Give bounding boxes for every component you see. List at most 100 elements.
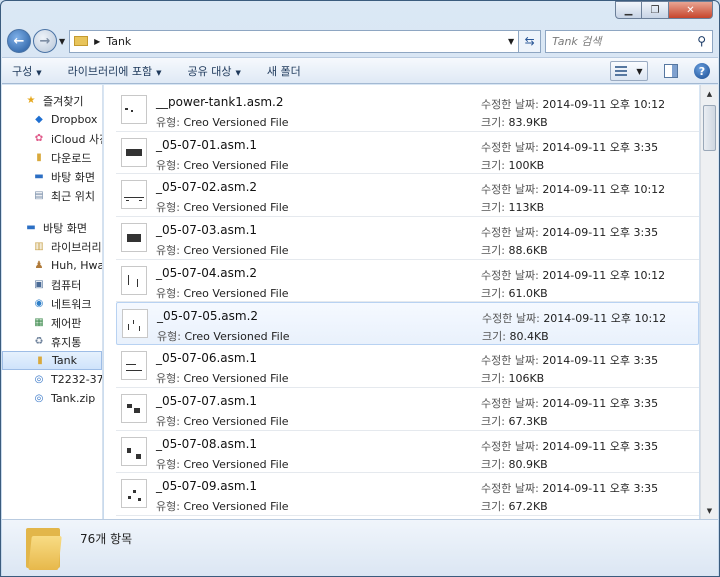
icloud-photos-icon: ✿ [34,133,44,144]
organize-menu[interactable]: 구성 ▼ [12,63,42,79]
type-label: 유형: [156,286,180,300]
file-name[interactable]: __power-tank1.asm.2 [156,95,283,109]
search-icon[interactable]: ⚲ [697,34,706,48]
nav-item-tank-zip[interactable]: ◎ Tank.zip [2,389,102,408]
type-value: Creo Versioned File [183,116,289,129]
view-options-button[interactable]: ▼ [610,61,648,81]
star-icon: ★ [26,95,36,106]
modified-label: 수정한 날짜: [481,226,539,240]
size-label: 크기: [481,244,505,258]
breadcrumb-chevron-icon[interactable]: ▶ [94,37,100,46]
type-label: 유형: [156,244,180,258]
nav-label: 바탕 화면 [51,170,95,184]
nav-item-recycle-bin[interactable]: ♻ 휴지통 [2,332,102,351]
scroll-down-icon[interactable]: ▼ [701,502,718,519]
explorer-window: ▁ ❐ ✕ ← → ▼ ▶ Tank ▼ ⇆ Tank 검색 ⚲ 구성 ▼ 라이브… [0,0,720,577]
address-dropdown-icon[interactable]: ▼ [508,37,514,46]
file-name[interactable]: _05-07-03.asm.1 [156,223,257,237]
nav-item-control-panel[interactable]: ▦ 제어판 [2,313,102,332]
modified-label: 수정한 날짜: [481,140,539,154]
new-folder-label: 새 폴더 [266,64,301,78]
file-row[interactable]: _05-07-03.asm.1 유형: Creo Versioned File 수정… [116,217,699,260]
nav-item-desktop-fav[interactable]: ▬ 바탕 화면 [2,167,102,186]
history-dropdown-icon[interactable]: ▼ [59,37,65,46]
nav-favorites[interactable]: ★ 즐겨찾기 [2,91,102,110]
network-icon: ◉ [34,298,44,309]
refresh-button[interactable]: ⇆ [519,29,542,53]
nav-item-tank[interactable]: ▮ Tank [2,351,102,370]
file-row[interactable]: _05-07-05.asm.2 유형: Creo Versioned File 수정… [116,302,699,346]
back-button[interactable]: ← [7,29,31,53]
file-name[interactable]: _05-07-08.asm.1 [156,437,257,451]
recent-places-icon: ▤ [34,190,44,201]
file-row[interactable]: __power-tank1.asm.2 유형: Creo Versioned Fi… [116,89,699,132]
maximize-button[interactable]: ❐ [642,1,669,19]
file-row[interactable]: _05-07-07.asm.1 유형: Creo Versioned File 수정… [116,388,699,431]
nav-desktop[interactable]: ▬ 바탕 화면 [2,218,102,237]
scroll-up-icon[interactable]: ▲ [701,85,718,102]
file-row[interactable]: _05-07-01.asm.1 유형: Creo Versioned File 수정… [116,132,699,175]
nav-item-network[interactable]: ◉ 네트워크 [2,294,102,313]
size-label: 크기: [481,372,505,386]
file-row[interactable]: _05-07-04.asm.2 유형: Creo Versioned File 수정… [116,260,699,303]
nav-label: 즐겨찾기 [43,94,84,108]
file-row[interactable]: _05-07-06.asm.1 유형: Creo Versioned File 수정… [116,345,699,388]
details-pane: 76개 항목 [2,519,718,576]
large-folder-icon [26,526,62,570]
file-name[interactable]: _05-07-02.asm.2 [156,180,257,194]
file-modified: 수정한 날짜: 2014-09-11 오후 10:12 [481,96,665,112]
type-value: Creo Versioned File [183,201,289,215]
model-thumbnail-icon [121,180,147,210]
modified-label: 수정한 날짜: [481,482,539,496]
nav-item-downloads[interactable]: ▮ 다운로드 [2,148,102,167]
caret-down-icon[interactable]: ▼ [636,67,642,76]
nav-item-user[interactable]: ♟ Huh, Hwan [2,256,102,275]
nav-item-dropbox[interactable]: ◆ Dropbox [2,110,102,129]
file-type: 유형: Creo Versioned File [156,413,289,429]
file-name[interactable]: _05-07-06.asm.1 [156,351,257,365]
nav-item-recent[interactable]: ▤ 최근 위치 [2,186,102,205]
file-name[interactable]: _05-07-07.asm.1 [156,394,257,408]
file-type: 유형: Creo Versioned File [156,370,289,386]
model-thumbnail-icon [121,479,147,509]
nav-item-computer[interactable]: ▣ 컴퓨터 [2,275,102,294]
minimize-button[interactable]: ▁ [615,1,642,19]
search-input[interactable]: Tank 검색 ⚲ [545,29,713,53]
vertical-scrollbar[interactable]: ▲ ▼ [700,85,718,519]
file-row[interactable]: _05-07-02.asm.2 유형: Creo Versioned File 수정… [116,174,699,218]
breadcrumb-tank[interactable]: Tank [106,35,131,48]
creo-file-icon: ◎ [34,374,44,385]
share-menu[interactable]: 공유 대상 ▼ [188,63,241,79]
help-icon[interactable]: ? [694,63,710,79]
zip-file-icon: ◎ [34,393,44,404]
address-bar[interactable]: ▶ Tank ▼ [69,29,520,53]
file-name[interactable]: _05-07-05.asm.2 [157,309,258,323]
file-name[interactable]: _05-07-09.asm.1 [156,479,257,493]
file-modified: 수정한 날짜: 2014-09-11 오후 10:12 [481,181,665,197]
size-value: 106KB [508,372,545,386]
include-library-menu[interactable]: 라이브러리에 포함 ▼ [68,63,162,79]
file-row[interactable]: _05-07-09.asm.1 유형: Creo Versioned File 수정… [116,473,699,516]
forward-button[interactable]: → [33,29,57,53]
nav-item-icloud[interactable]: ✿ iCloud 사진 [2,129,102,148]
type-label: 유형: [157,330,181,344]
file-row[interactable]: _05-07-08.asm.1 유형: Creo Versioned File 수정… [116,431,699,474]
new-folder-button[interactable]: 새 폴더 [267,63,301,79]
file-size: 크기: 100KB [481,157,544,173]
size-label: 크기: [481,457,505,471]
scrollbar-thumb[interactable] [703,105,716,151]
file-name[interactable]: _05-07-04.asm.2 [156,266,257,280]
modified-value: 2014-09-11 오후 10:12 [543,312,667,326]
file-list-pane: __power-tank1.asm.2 유형: Creo Versioned Fi… [104,85,699,519]
user-folder-icon: ♟ [34,260,44,271]
preview-pane-icon[interactable] [664,64,678,78]
model-thumbnail-icon [121,137,147,167]
file-name[interactable]: _05-07-01.asm.1 [156,138,257,152]
nav-item-t2232[interactable]: ◎ T2232-370- [2,370,102,389]
close-button[interactable]: ✕ [669,1,713,19]
file-type: 유형: Creo Versioned File [156,199,289,215]
type-value: Creo Versioned File [183,286,289,300]
file-size: 크기: 83.9KB [481,114,548,130]
nav-item-libraries[interactable]: ▥ 라이브러리 [2,237,102,256]
file-modified: 수정한 날짜: 2014-09-11 오후 3:35 [481,352,658,368]
